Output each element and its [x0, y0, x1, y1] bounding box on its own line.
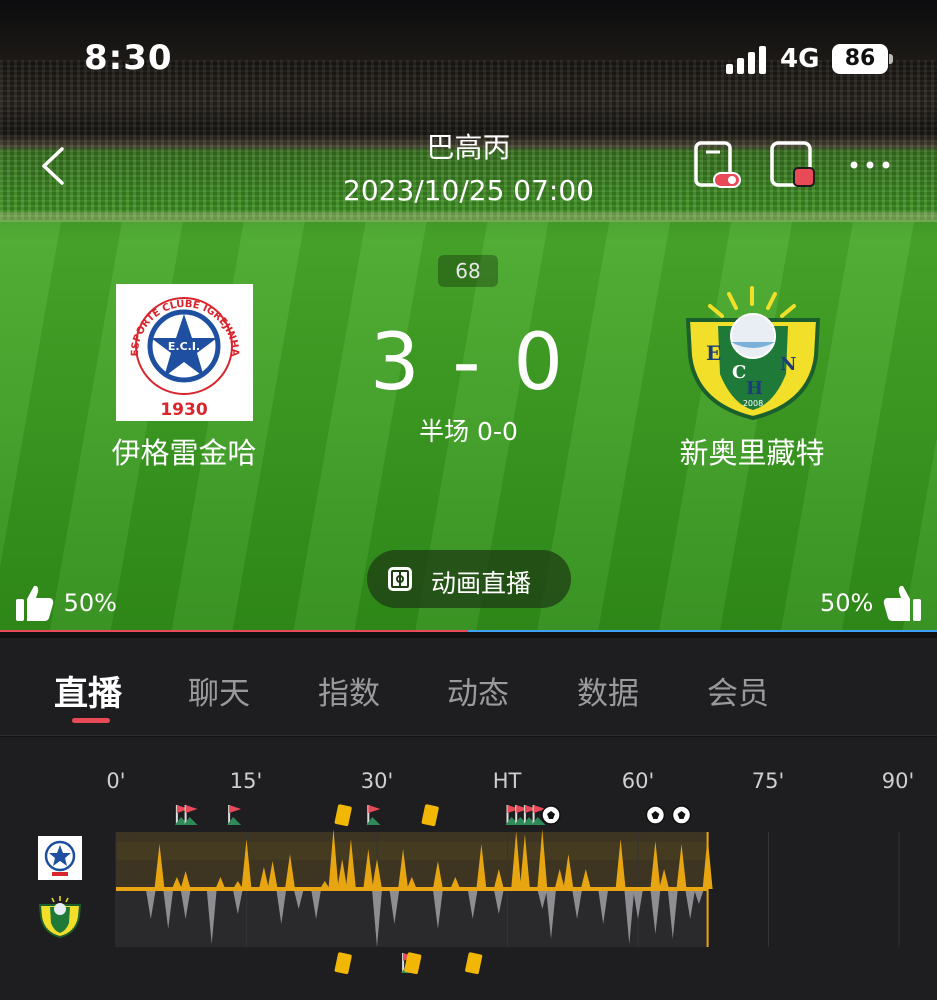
tab-stats[interactable]: 数据 [577, 668, 639, 713]
corner-flag-icon [227, 805, 242, 825]
match-momentum-timeline: 0' 15' 30' HT 60' 75' 90' [0, 737, 937, 1000]
svg-text:C: C [732, 362, 746, 383]
support-split-bar [0, 630, 937, 632]
away-team-name[interactable]: 新奥里藏特 [622, 430, 882, 472]
tab-member[interactable]: 会员 [707, 668, 769, 713]
match-header: 8:30 4G 86 巴高丙 2023/10/25 07:00 68 3 - 0… [0, 0, 937, 632]
signal-icon [726, 46, 770, 74]
home-baseline [116, 887, 708, 891]
network-type: 4G [780, 44, 820, 74]
svg-text:2008: 2008 [743, 399, 763, 408]
tab-events[interactable]: 动态 [447, 668, 509, 713]
pitch-icon [388, 567, 412, 591]
tab-chat[interactable]: 聊天 [188, 668, 250, 713]
match-minute: 68 [438, 255, 498, 287]
floating-window-icon[interactable] [692, 140, 742, 190]
animation-live-button[interactable]: 动画直播 [367, 550, 571, 608]
home-team-badge [38, 836, 82, 880]
active-tab-indicator [72, 718, 110, 723]
tab-live[interactable]: 直播 [54, 666, 122, 715]
thumbs-up-icon [16, 585, 54, 621]
away-support-percent: 50% [820, 589, 874, 617]
away-team-badge [38, 896, 82, 939]
yellow-card-icon [334, 952, 352, 975]
status-bar: 8:30 4G 86 [0, 0, 937, 110]
corner-flag-icon [366, 805, 381, 825]
corner-flag-icon [183, 805, 198, 825]
status-time: 8:30 [84, 38, 173, 78]
momentum-chart [115, 804, 900, 975]
svg-text:E: E [706, 341, 721, 365]
home-team-name[interactable]: 伊格雷金哈 [54, 430, 314, 472]
battery-icon: 86 [832, 44, 893, 74]
picture-in-picture-icon[interactable] [768, 140, 818, 190]
svg-text:H: H [746, 378, 763, 399]
goal-ball-icon [541, 805, 561, 825]
home-support-percent: 50% [63, 589, 117, 617]
svg-text:N: N [780, 354, 796, 375]
svg-text:E.C.I.: E.C.I. [168, 340, 200, 353]
yellow-card-icon [421, 804, 439, 827]
tab-odds[interactable]: 指数 [318, 668, 380, 713]
away-band [116, 889, 708, 947]
tab-bar: 直播 聊天 指数 动态 数据 会员 [0, 638, 937, 736]
svg-text:1930: 1930 [160, 400, 207, 420]
home-team-logo[interactable]: ESPORTE CLUBE IGREJINHA E.C.I. 1930 [116, 284, 253, 421]
more-icon[interactable] [846, 140, 896, 190]
yellow-card-icon [465, 952, 483, 975]
yellow-card-icon [334, 804, 352, 827]
goal-ball-icon [671, 805, 692, 825]
goal-ball-icon [645, 805, 666, 825]
away-support[interactable]: 50% [820, 583, 923, 623]
away-team-logo[interactable]: E C N H 2008 [684, 284, 821, 421]
thumbs-up-icon [883, 585, 921, 621]
animation-live-label: 动画直播 [431, 569, 532, 598]
home-support[interactable]: 50% [14, 583, 117, 623]
